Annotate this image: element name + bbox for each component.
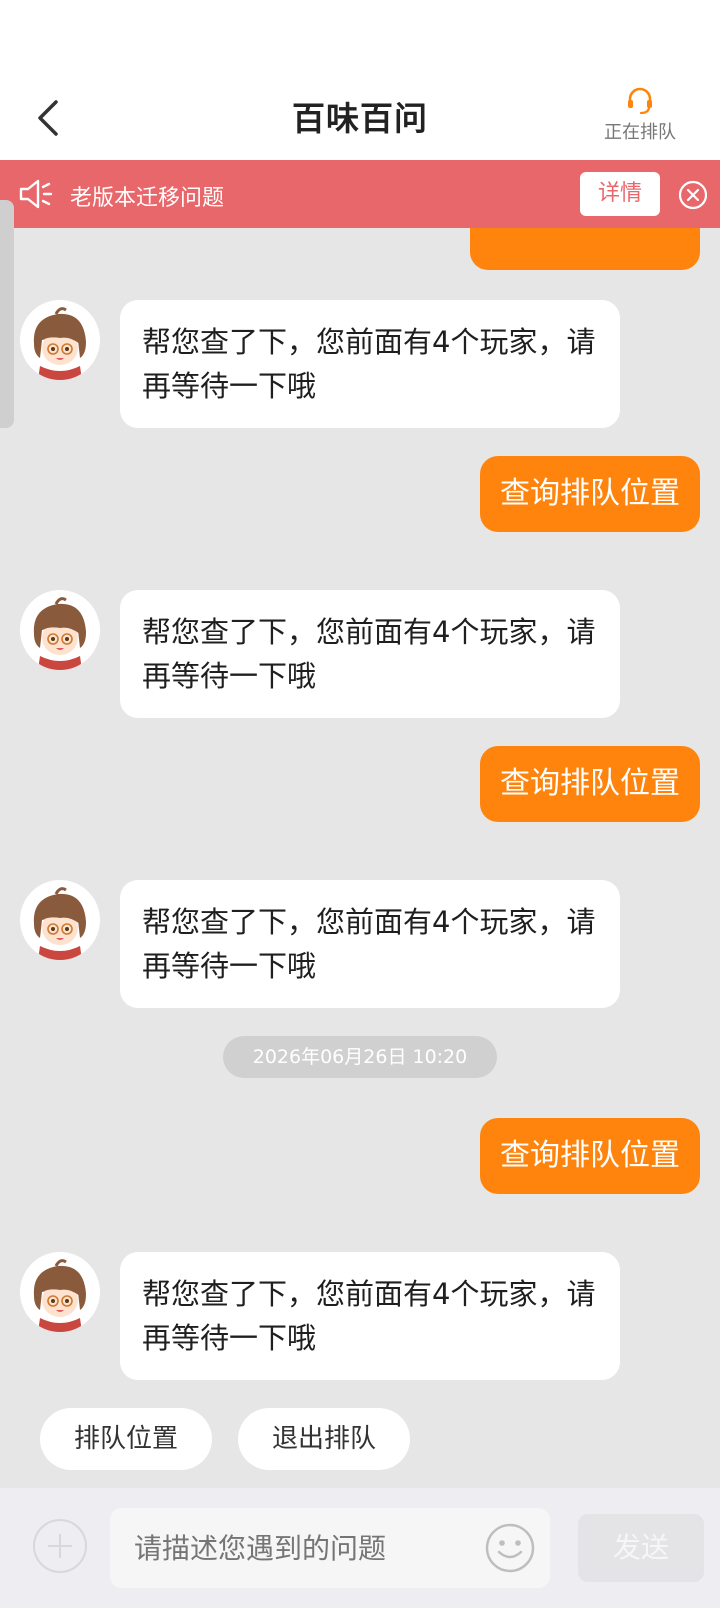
queue-status-button[interactable]: 正在排队 [590,86,690,146]
agent-message-bubble: 帮您查了下，您前面有4个玩家，请再等待一下哦 [120,300,620,428]
message-timestamp: 2026年06月26日 10:20 [223,1036,497,1078]
headset-icon [628,87,652,115]
user-message-bubble: 查询排队位置 [480,456,700,532]
agent-avatar [20,300,100,380]
notice-text: 老版本迁移问题 [70,186,225,211]
plus-circle-icon[interactable] [32,1518,88,1574]
anime-girl-avatar-icon [20,590,100,670]
agent-avatar [20,590,100,670]
quick-reply-exit-queue[interactable]: 退出排队 [238,1408,410,1470]
user-message-bubble: 查询排队位置 [480,746,700,822]
anime-girl-avatar-icon [20,1252,100,1332]
message-input-bar: 发送 [0,1488,720,1608]
chat-message-list[interactable]: 帮您查了下，您前面有4个玩家，请再等待一下哦 查询排队位置 帮您查了下，您前面有… [0,228,720,1488]
agent-avatar [20,880,100,960]
anime-girl-avatar-icon [20,300,100,380]
user-message-bubble: 查询排队位置 [480,1118,700,1194]
notice-banner[interactable]: 老版本迁移问题 详情 [0,160,720,228]
queue-status-label: 正在排队 [604,122,676,143]
user-message-bubble-partial [470,228,700,270]
notice-detail-button[interactable]: 详情 [580,172,660,216]
agent-avatar [20,1252,100,1332]
speaker-icon [19,179,53,209]
scrollbar-thumb[interactable] [0,200,14,428]
status-bar-area [0,0,720,78]
send-button[interactable]: 发送 [578,1514,704,1582]
agent-message-bubble: 帮您查了下，您前面有4个玩家，请再等待一下哦 [120,590,620,718]
agent-message-bubble: 帮您查了下，您前面有4个玩家，请再等待一下哦 [120,880,620,1008]
quick-reply-queue-position[interactable]: 排队位置 [40,1408,212,1470]
emoji-icon[interactable] [484,1522,536,1574]
close-circle-icon[interactable] [678,180,708,210]
anime-girl-avatar-icon [20,880,100,960]
agent-message-bubble: 帮您查了下，您前面有4个玩家，请再等待一下哦 [120,1252,620,1380]
app-header: 百味百问 正在排队 [0,78,720,160]
